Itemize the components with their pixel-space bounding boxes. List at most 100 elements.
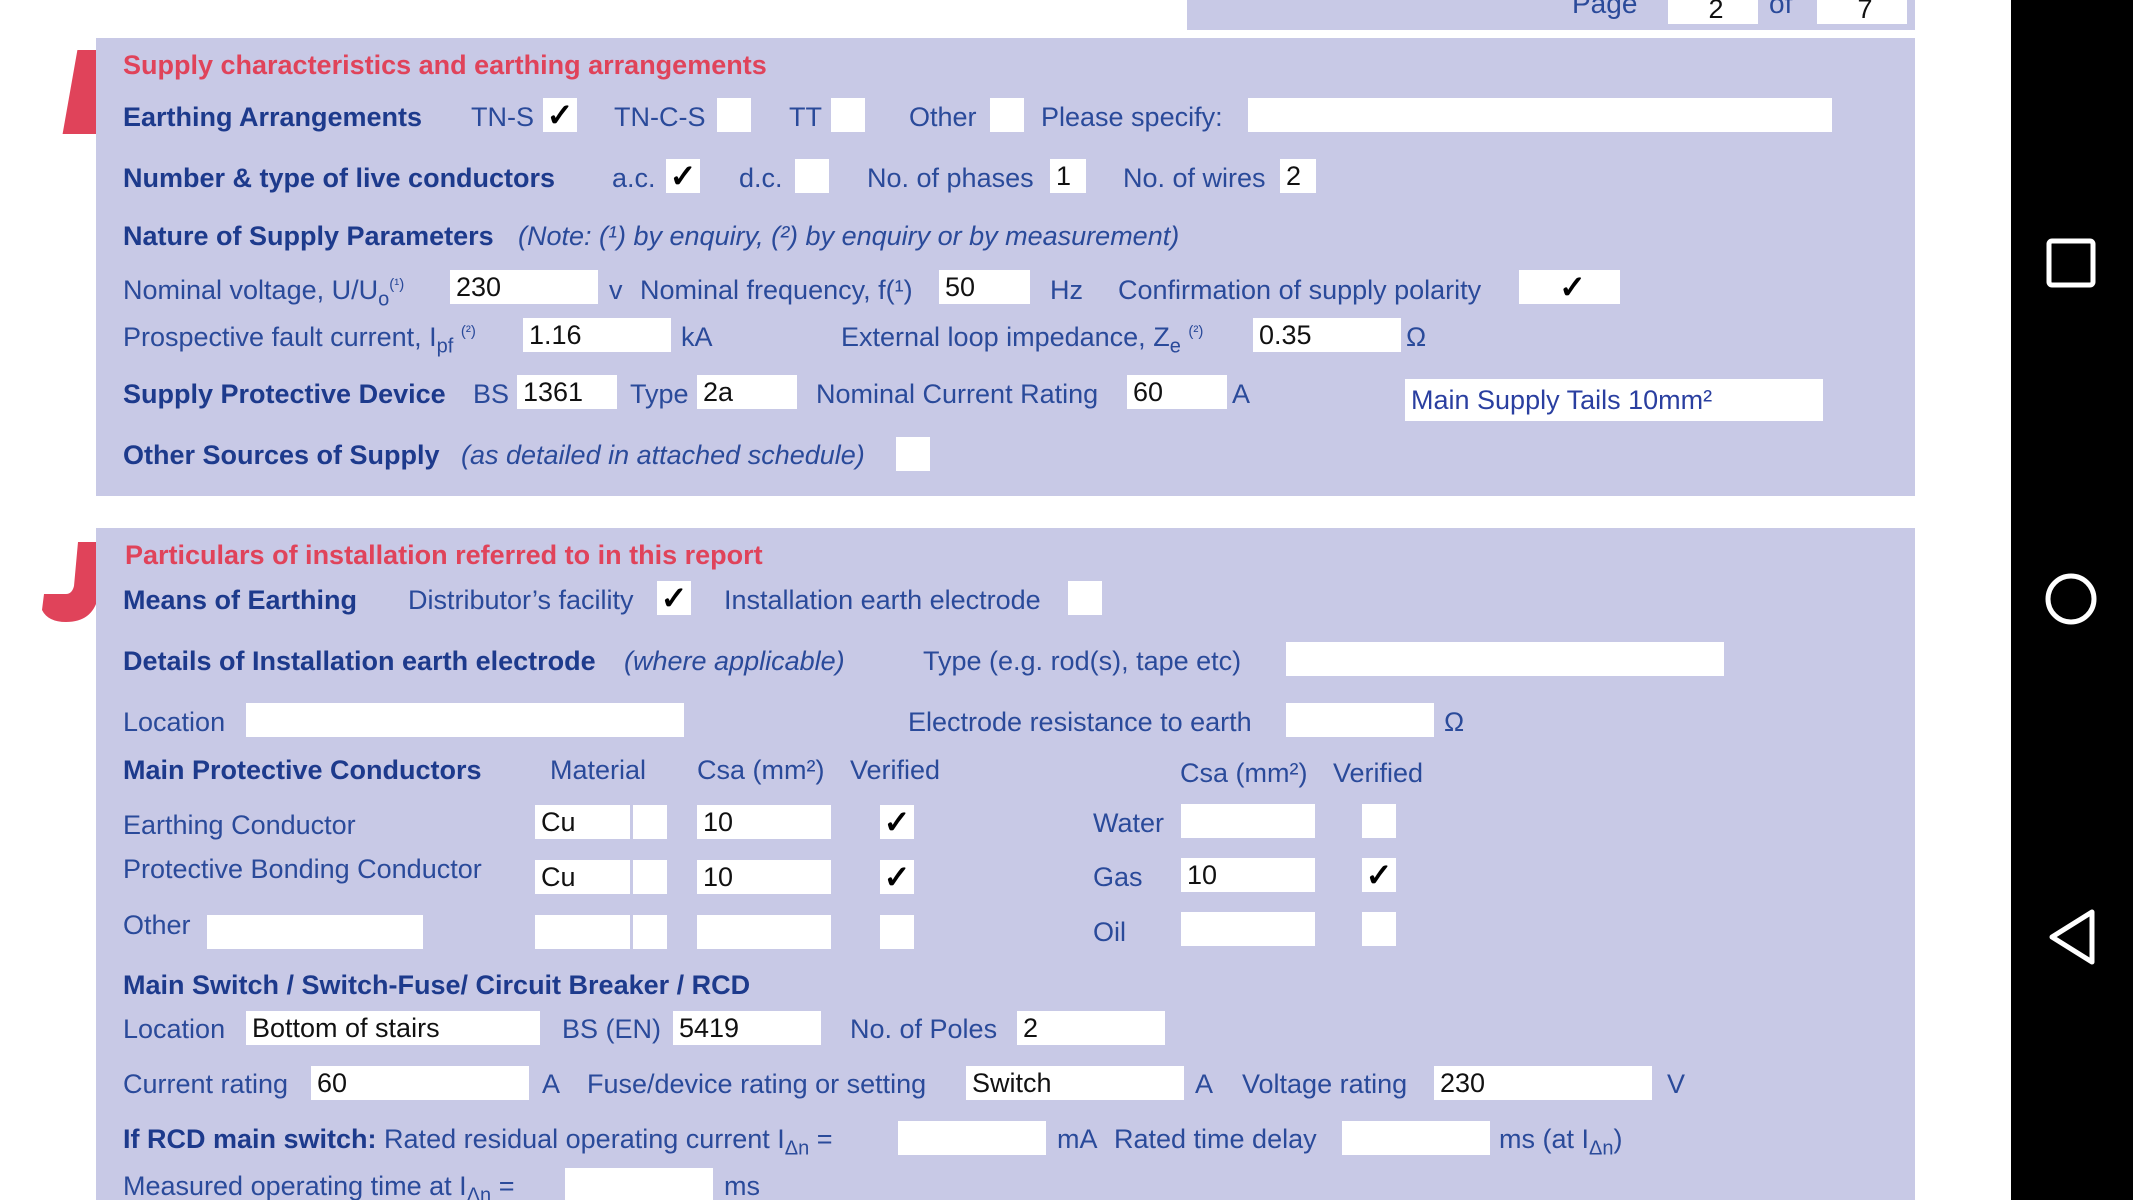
electrode-resistance-field[interactable] [1286,703,1434,737]
earthing-conductor-label: Earthing Conductor [123,810,356,840]
nominal-voltage-text: Nominal voltage, U/U [123,275,379,305]
nominal-voltage-label: Nominal voltage, U/Uo(¹) [123,275,404,311]
protective-conductors-label: Main Protective Conductors [123,755,482,785]
oil-verified-checkbox[interactable] [1362,912,1396,946]
section-i-panel: Supply characteristics and earthing arra… [96,38,1915,496]
fault-current-ref: (²) [460,323,476,340]
bonding-conductor-material-extra[interactable] [633,860,667,894]
distributor-facility-checkbox[interactable]: ✓ [657,581,691,615]
water-csa-field[interactable] [1181,804,1315,838]
electrode-type-field[interactable] [1286,642,1724,676]
bonding-conductor-csa-field[interactable]: 10 [697,860,831,894]
nominal-voltage-field[interactable]: 230 [450,270,598,304]
other-conductor-name-field[interactable] [207,915,423,949]
loop-impedance-unit: Ω [1406,322,1427,352]
voltage-rating-field[interactable]: 230 [1434,1066,1652,1100]
navigation-bar [2011,0,2133,1200]
protective-bs-field[interactable]: 1361 [517,375,617,409]
earth-electrode-checkbox[interactable] [1068,581,1102,615]
water-verified-checkbox[interactable] [1362,804,1396,838]
distributor-facility-label: Distributor’s facility [408,585,634,615]
switch-bs-field[interactable]: 5419 [673,1011,821,1045]
gas-verified-checkbox[interactable]: ✓ [1362,858,1396,892]
back-button[interactable] [2046,908,2098,966]
current-rating-unit: A [1232,379,1251,409]
page-total-field[interactable]: 7 [1817,0,1907,24]
nature-label: Nature of Supply Parameters [123,221,494,251]
home-button[interactable] [2044,572,2098,626]
rcd-delay-unit-text: ms (at I [1499,1124,1590,1154]
wires-field[interactable]: 2 [1280,159,1316,193]
rcd-delay-field[interactable] [1342,1121,1490,1155]
polarity-label: Confirmation of supply polarity [1118,275,1482,305]
electrode-details-label: Details of Installation earth electrode [123,646,596,676]
switch-location-field[interactable]: Bottom of stairs [246,1011,540,1045]
verified-header: Verified [850,755,941,785]
switch-current-unit: A [542,1069,561,1099]
nominal-voltage-sub: o [378,288,390,311]
loop-impedance-field[interactable]: 0.35 [1253,318,1401,352]
rcd-label: If RCD main switch: [123,1124,377,1154]
page-of-label: of [1769,0,1793,19]
fault-current-field[interactable]: 1.16 [523,318,671,352]
earthing-conductor-material-extra[interactable] [633,805,667,839]
switch-poles-field[interactable]: 2 [1017,1011,1165,1045]
tt-checkbox[interactable] [831,98,865,132]
current-rating-field[interactable]: 60 [1127,375,1227,409]
ac-checkbox[interactable]: ✓ [666,159,700,193]
bonding-conductor-label: Protective Bonding Conductor [123,854,482,884]
protective-type-field[interactable]: 2a [697,375,797,409]
fault-current-unit: kA [681,322,713,352]
nominal-frequency-field[interactable]: 50 [939,270,1030,304]
ac-label: a.c. [612,163,656,193]
tns-checkbox[interactable]: ✓ [543,98,577,132]
bonding-conductor-material-field[interactable]: Cu [535,860,630,894]
voltage-rating-label: Voltage rating [1242,1069,1408,1099]
please-specify-field[interactable] [1248,98,1832,132]
other-conductor-material-field[interactable] [535,915,630,949]
voltage-rating-unit: V [1667,1069,1686,1099]
switch-current-field[interactable]: 60 [311,1066,529,1100]
earthing-conductor-material-field[interactable]: Cu [535,805,630,839]
tncs-checkbox[interactable] [717,98,751,132]
rcd-residual-eq: = [816,1124,833,1154]
rcd-measured-field[interactable] [565,1168,713,1200]
dc-checkbox[interactable] [795,159,829,193]
page-label: Page [1572,0,1638,19]
other-conductor-label: Other [123,910,191,940]
rcd-residual-unit: mA [1057,1124,1098,1154]
tncs-label: TN-C-S [614,102,706,132]
switch-current-label: Current rating [123,1069,289,1099]
csa-header: Csa (mm²) [697,755,825,785]
phases-label: No. of phases [867,163,1034,193]
phases-field[interactable]: 1 [1050,159,1086,193]
page-number-field[interactable]: 2 [1668,0,1758,24]
gas-csa-field[interactable]: 10 [1181,858,1315,892]
triangle-icon [2049,909,2095,965]
supply-tails-note-field[interactable]: Main Supply Tails 10mm² [1405,379,1823,421]
bonding-conductor-verified-checkbox[interactable]: ✓ [880,860,914,894]
right-verified-header: Verified [1333,758,1424,788]
other-conductor-csa-field[interactable] [697,915,831,949]
wires-label: No. of wires [1123,163,1266,193]
other-conductor-verified-checkbox[interactable] [880,915,914,949]
other-earthing-checkbox[interactable] [990,98,1024,132]
earthing-conductor-csa-field[interactable]: 10 [697,805,831,839]
polarity-field[interactable]: ✓ [1519,270,1620,304]
recent-apps-button[interactable] [2046,238,2096,288]
rcd-residual-field[interactable] [898,1121,1046,1155]
earthing-conductor-verified-checkbox[interactable]: ✓ [880,805,914,839]
rcd-residual-text: Rated residual operating current I [384,1124,785,1154]
electrode-type-label: Type (e.g. rod(s), tape etc) [923,646,1242,676]
fuse-rating-field[interactable]: Switch [966,1066,1184,1100]
electrode-location-field[interactable] [246,703,684,737]
oil-csa-field[interactable] [1181,912,1315,946]
means-of-earthing-label: Means of Earthing [123,585,358,615]
electrode-resistance-unit: Ω [1444,707,1465,737]
other-conductor-material-extra[interactable] [633,915,667,949]
switch-poles-label: No. of Poles [850,1014,998,1044]
rcd-measured-sub: Δn [466,1184,492,1200]
protective-device-label: Supply Protective Device [123,379,446,409]
other-sources-checkbox[interactable] [896,437,930,471]
gas-label: Gas [1093,862,1143,892]
